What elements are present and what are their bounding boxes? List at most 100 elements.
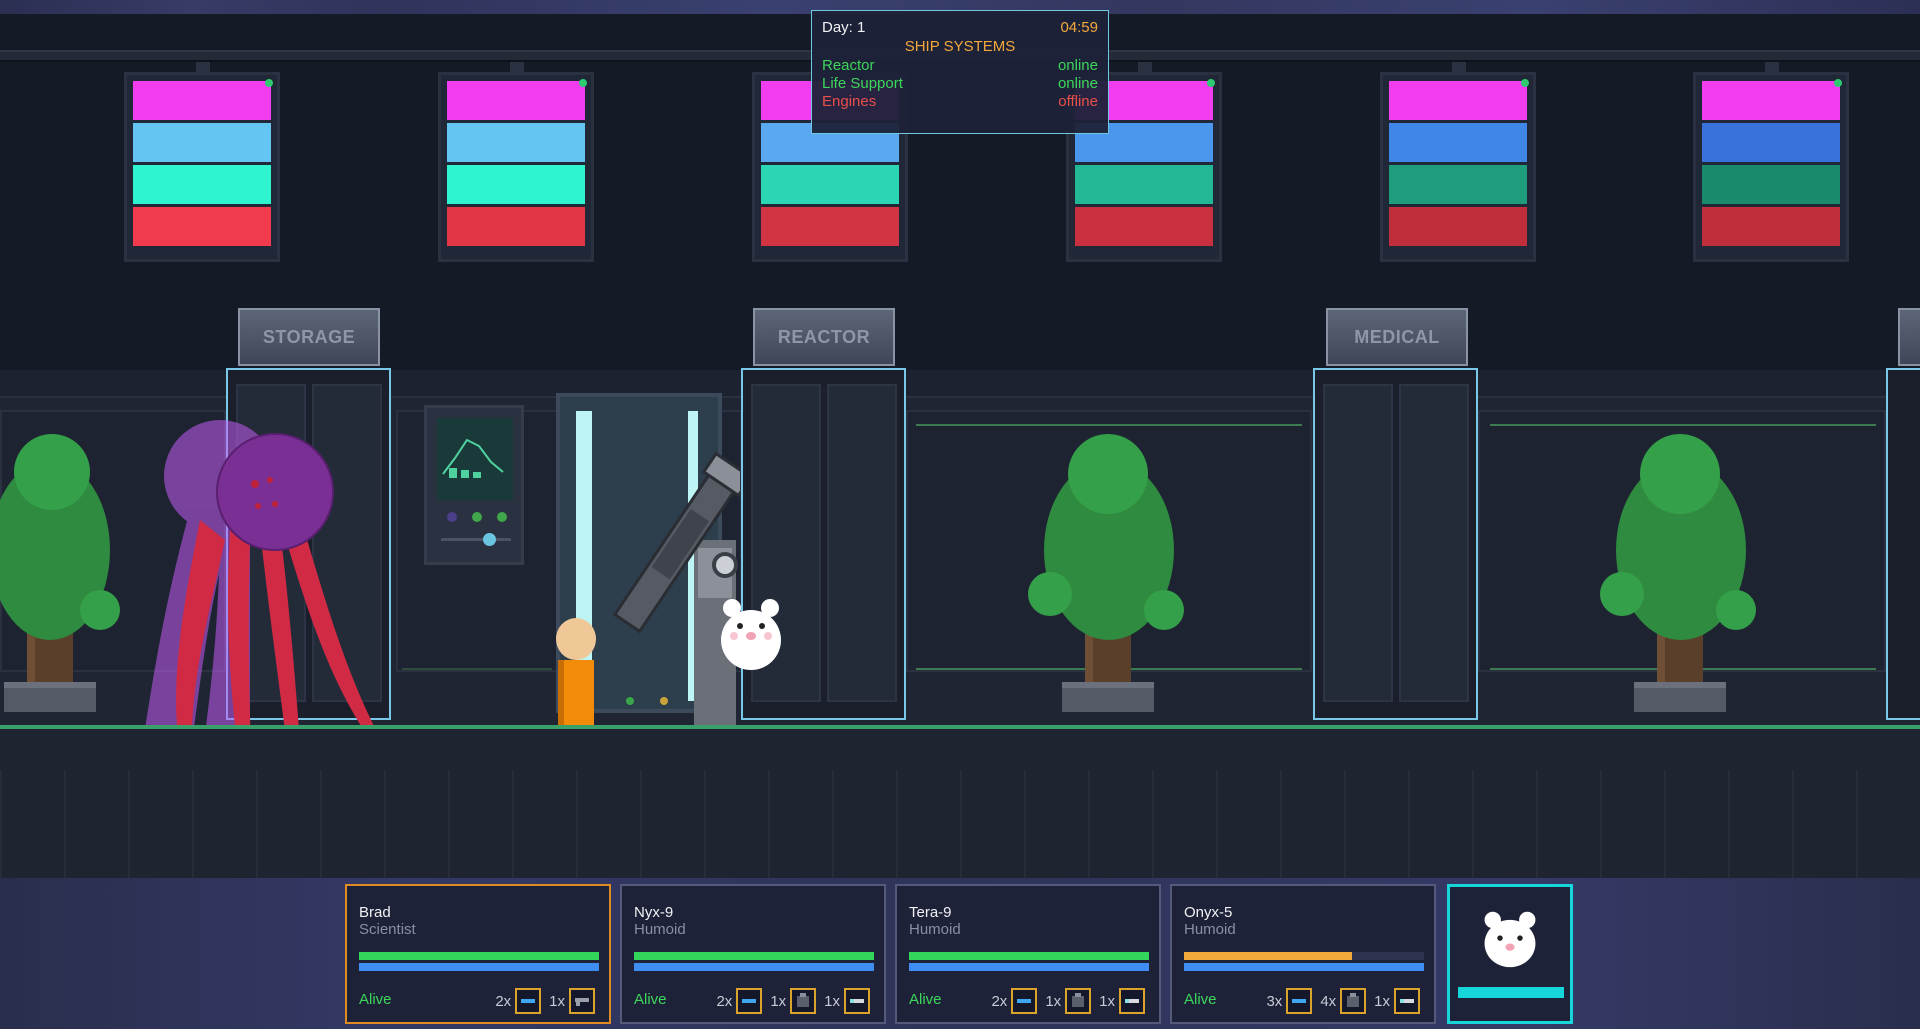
reactor-sign: REACTOR — [753, 308, 895, 366]
potted-tree — [1600, 420, 1760, 720]
item-count: 3x — [1266, 992, 1283, 1010]
system-state: offline — [1058, 93, 1098, 110]
battery-icon[interactable] — [1286, 988, 1313, 1014]
crew-status: Alive — [634, 991, 667, 1008]
health-fill — [634, 952, 874, 960]
door-leaf — [827, 384, 897, 702]
system-state: online — [1057, 75, 1098, 92]
ceiling-light-panel — [1380, 72, 1536, 262]
energy-fill — [909, 963, 1149, 971]
light-stripe — [1702, 81, 1840, 120]
clock: 04:59 — [1060, 19, 1098, 36]
crew-name: Nyx-9 — [634, 904, 674, 921]
potted-tree — [1028, 420, 1188, 720]
system-name: Engines — [822, 93, 877, 110]
door-leaf — [1399, 384, 1469, 702]
crew-name: Brad — [359, 904, 391, 921]
key-icon[interactable] — [1394, 988, 1420, 1014]
status-led — [579, 79, 587, 87]
system-row: Reactor online — [822, 57, 1098, 75]
light-stripe — [447, 207, 585, 246]
chip-icon[interactable] — [790, 988, 817, 1014]
scientist-head — [556, 618, 596, 660]
system-state: online — [1057, 57, 1098, 74]
health-bar — [1184, 952, 1424, 960]
crew-name: Onyx-5 — [1184, 904, 1233, 921]
light-stripe — [1702, 165, 1840, 204]
crew-status: Alive — [1184, 991, 1217, 1008]
medical-door[interactable] — [1313, 368, 1478, 720]
floor-line — [0, 725, 1920, 729]
next-door[interactable] — [1886, 368, 1920, 720]
item-count: 2x — [991, 992, 1008, 1010]
data-terminal[interactable] — [424, 405, 524, 565]
tree-foliage — [1144, 590, 1184, 630]
health-bar — [359, 952, 599, 960]
terminal-graph — [442, 438, 504, 478]
light-stripe — [447, 81, 585, 120]
day-counter: Day: 1 — [822, 19, 866, 36]
gun-icon[interactable] — [569, 988, 595, 1014]
floor-grid — [0, 770, 1920, 880]
door-light — [660, 697, 668, 705]
systems-title: SHIP SYSTEMS — [904, 38, 1016, 55]
ceiling-light-panel — [438, 72, 594, 262]
terminal-knob — [483, 533, 496, 546]
chip-icon[interactable] — [1340, 988, 1367, 1014]
health-fill — [909, 952, 1149, 960]
pet-card[interactable] — [1447, 884, 1573, 1024]
status-led — [265, 79, 273, 87]
key-icon[interactable] — [844, 988, 870, 1014]
crew-card[interactable]: Brad Scientist Alive 2x 1x — [345, 884, 611, 1024]
battery-icon[interactable] — [1011, 988, 1038, 1014]
tree-pot — [4, 682, 96, 712]
crew-status: Alive — [909, 991, 942, 1008]
bear-icon — [1484, 911, 1536, 968]
game-viewport: STORAGE REACTOR MEDICAL Day: 1 04:59 SHI… — [0, 0, 1920, 1029]
light-stripe — [1702, 123, 1840, 162]
item-count: 1x — [770, 992, 787, 1010]
health-fill — [359, 952, 599, 960]
crew-status: Alive — [359, 991, 392, 1008]
tree-foliage — [1068, 434, 1148, 514]
ceiling-light-panel — [124, 72, 280, 262]
bear-companion[interactable] — [718, 596, 784, 672]
battery-icon[interactable] — [736, 988, 763, 1014]
light-stripe — [1389, 207, 1527, 246]
chip-icon[interactable] — [1065, 988, 1092, 1014]
indicator-light — [472, 512, 482, 522]
crew-role: Scientist — [359, 921, 416, 938]
status-led — [1834, 79, 1842, 87]
key-icon[interactable] — [1119, 988, 1145, 1014]
health-bar — [634, 952, 874, 960]
status-led — [1207, 79, 1215, 87]
crew-card[interactable]: Tera-9 Humoid Alive 2x 1x 1x — [895, 884, 1161, 1024]
light-stripe — [1075, 165, 1213, 204]
tree-foliage — [1600, 572, 1644, 616]
panel-hook — [196, 62, 210, 72]
panel-hook — [1452, 62, 1466, 72]
storage-sign: STORAGE — [238, 308, 380, 366]
light-stripe — [1389, 81, 1527, 120]
light-stripe — [1389, 165, 1527, 204]
systems-list: Reactor online Life Support online Engines of… — [822, 57, 1098, 111]
battery-icon[interactable] — [515, 988, 542, 1014]
inventory: 2x 1x — [495, 988, 599, 1014]
terminal-screen — [437, 418, 513, 500]
indicator-light — [497, 512, 507, 522]
crew-card[interactable]: Nyx-9 Humoid Alive 2x 1x 1x — [620, 884, 886, 1024]
item-count: 1x — [549, 992, 565, 1010]
tree-foliage — [14, 434, 90, 510]
crew-role: Humoid — [1184, 921, 1236, 938]
door-light — [626, 697, 634, 705]
panel-hook — [510, 62, 524, 72]
light-stripe — [133, 123, 271, 162]
crew-card[interactable]: Onyx-5 Humoid Alive 3x 4x 1x — [1170, 884, 1436, 1024]
light-stripe — [761, 207, 899, 246]
light-stripe — [133, 207, 271, 246]
system-row: Engines offline — [822, 93, 1098, 111]
ship-systems-panel: Day: 1 04:59 SHIP SYSTEMS Reactor online L… — [811, 10, 1109, 134]
inventory: 3x 4x 1x — [1266, 988, 1424, 1014]
tree-foliage — [1028, 572, 1072, 616]
panel-hook — [1138, 62, 1152, 72]
